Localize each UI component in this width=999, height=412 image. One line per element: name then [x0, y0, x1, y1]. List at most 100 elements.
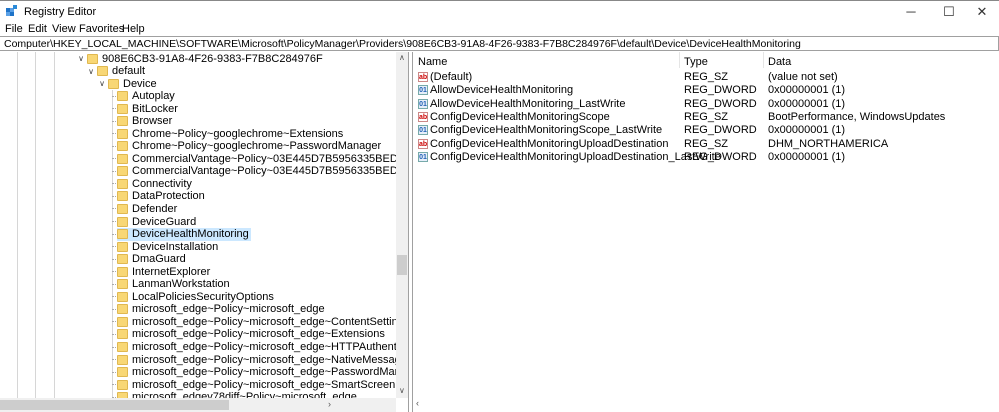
folder-icon: [117, 116, 128, 127]
tree-node[interactable]: Chrome~Policy~googlechrome~PasswordManag…: [117, 140, 383, 153]
tree-node[interactable]: InternetExplorer: [117, 265, 212, 278]
tree-node[interactable]: microsoft_edge~Policy~microsoft_edge~Pas…: [117, 366, 408, 379]
string-value-icon: ab: [418, 72, 428, 82]
tree-node-label: microsoft_edge~Policy~microsoft_edge~Nat…: [132, 353, 409, 366]
tree-node-provider[interactable]: ∨ 908E6CB3-91A8-4F26-9383-F7B8C284976F: [76, 52, 323, 65]
tree-node-label: microsoft_edge~Policy~microsoft_edge: [132, 303, 325, 316]
chevron-down-icon[interactable]: ∨: [76, 54, 86, 63]
tree-guide-line: [35, 52, 36, 398]
column-divider[interactable]: [763, 52, 764, 68]
value-name: AllowDeviceHealthMonitoring_LastWrite: [430, 97, 626, 110]
folder-icon: [108, 78, 119, 89]
tree-node[interactable]: microsoft_edge~Policy~microsoft_edge~Con…: [117, 315, 409, 328]
tree-node[interactable]: microsoft_edge~Policy~microsoft_edge~Sma…: [117, 378, 397, 391]
tree-node[interactable]: microsoft_edge~Policy~microsoft_edge~HTT…: [117, 341, 408, 354]
value-row[interactable]: 01 AllowDeviceHealthMonitoring REG_DWORD 0x…: [417, 84, 997, 97]
chevron-down-icon[interactable]: ∨: [86, 67, 96, 76]
tree-node[interactable]: DataProtection: [117, 190, 207, 203]
tree-node-device[interactable]: ∨ Device: [97, 77, 157, 90]
tree-node-label: Chrome~Policy~googlechrome~Extensions: [132, 127, 344, 140]
scroll-left-icon[interactable]: ‹: [416, 398, 419, 408]
menu-view[interactable]: View: [52, 23, 76, 35]
tree-node-label: DmaGuard: [132, 253, 186, 266]
folder-icon: [117, 178, 128, 189]
minimize-button[interactable]: ─: [894, 1, 928, 22]
tree-node[interactable]: DmaGuard: [117, 253, 188, 266]
tree-node[interactable]: Defender: [117, 202, 179, 215]
tree-node[interactable]: Autoplay: [117, 90, 177, 103]
folder-icon: [117, 191, 128, 202]
folder-icon: [117, 304, 128, 315]
value-row[interactable]: ab (Default) REG_SZ (value not set): [417, 71, 997, 84]
menu-help[interactable]: Help: [122, 23, 145, 35]
value-row[interactable]: 01 AllowDeviceHealthMonitoring_LastWrite R…: [417, 98, 997, 111]
tree-node-label: Connectivity: [132, 177, 192, 190]
value-row[interactable]: ab ConfigDeviceHealthMonitoringScope REG_S…: [417, 111, 997, 124]
maximize-button[interactable]: ☐: [932, 1, 966, 22]
tree-node-label: Defender: [132, 202, 178, 215]
tree-node-label: DeviceGuard: [132, 215, 197, 228]
string-value-icon: ab: [418, 111, 428, 122]
tree-node[interactable]: DeviceHealthMonitoring: [117, 227, 251, 241]
tree-node-label: InternetExplorer: [132, 265, 211, 278]
tree-node[interactable]: BitLocker: [117, 102, 180, 115]
tree-node-label: DeviceHealthMonitoring: [132, 228, 249, 241]
string-value-icon: ab: [418, 138, 428, 149]
folder-icon: [117, 203, 128, 214]
value-row[interactable]: ab ConfigDeviceHealthMonitoringUploadDest…: [417, 138, 997, 151]
title-bar: Registry Editor ─ ☐ ✕: [0, 0, 999, 21]
folder-icon: [117, 367, 128, 378]
close-button[interactable]: ✕: [965, 1, 999, 22]
folder-icon: [117, 103, 128, 114]
folder-icon: [117, 128, 128, 139]
value-row[interactable]: 01 ConfigDeviceHealthMonitoringUploadDest…: [417, 151, 997, 164]
tree-node[interactable]: LocalPoliciesSecurityOptions: [117, 290, 276, 303]
tree-node-label: microsoft_edge~Policy~microsoft_edge~Con…: [132, 315, 409, 328]
column-header-name[interactable]: Name: [418, 56, 447, 68]
scrollbar-thumb[interactable]: [397, 255, 407, 275]
tree-pane: ∨ 908E6CB3-91A8-4F26-9383-F7B8C284976F ∨ d…: [0, 52, 409, 412]
tree-horizontal-scrollbar[interactable]: ›: [0, 398, 396, 412]
tree-vertical-scrollbar[interactable]: ∧ ∨: [396, 52, 408, 398]
folder-icon: [117, 254, 128, 265]
tree-node[interactable]: Browser: [117, 115, 174, 128]
value-row[interactable]: 01 ConfigDeviceHealthMonitoringScope_Last…: [417, 124, 997, 137]
tree-node-label: default: [112, 65, 146, 77]
tree-node-default[interactable]: ∨ default: [86, 65, 145, 78]
column-header-type[interactable]: Type: [684, 56, 708, 68]
value-type: REG_DWORD: [684, 97, 757, 110]
scrollbar-thumb[interactable]: [0, 400, 229, 410]
folder-icon: [117, 229, 128, 240]
menu-file[interactable]: File: [5, 23, 23, 35]
folder-icon: [117, 279, 128, 290]
chevron-down-icon[interactable]: ∨: [97, 79, 107, 88]
address-bar[interactable]: Computer\HKEY_LOCAL_MACHINE\SOFTWARE\Mic…: [0, 36, 999, 51]
tree-node[interactable]: microsoft_edge~Policy~microsoft_edge: [117, 303, 327, 316]
tree-node[interactable]: CommercialVantage~Policy~03E445D7B595633…: [117, 165, 408, 178]
tree-node-label: CommercialVantage~Policy~03E445D7B595633…: [132, 165, 408, 178]
column-header-data[interactable]: Data: [768, 56, 791, 68]
tree-node[interactable]: microsoft_edge~Policy~microsoft_edge~Ext…: [117, 328, 387, 341]
window-title: Registry Editor: [24, 6, 97, 18]
value-type: REG_DWORD: [684, 84, 757, 97]
tree-node[interactable]: microsoft_edge~Policy~microsoft_edge~Nat…: [117, 353, 409, 366]
scroll-right-icon[interactable]: ›: [328, 399, 331, 409]
value-name: ConfigDeviceHealthMonitoringUploadDestin…: [430, 150, 721, 163]
tree-node-label: LanmanWorkstation: [132, 278, 230, 291]
menu-edit[interactable]: Edit: [28, 23, 47, 35]
scroll-down-icon[interactable]: ∨: [399, 386, 405, 395]
tree-node-label: microsoft_edge~Policy~microsoft_edge~Ext…: [132, 328, 385, 341]
tree-node[interactable]: CommercialVantage~Policy~03E445D7B595633…: [117, 152, 408, 165]
tree-node[interactable]: Connectivity: [117, 177, 194, 190]
folder-icon: [117, 141, 128, 152]
tree-node[interactable]: DeviceInstallation: [117, 240, 220, 253]
tree-node-label: Chrome~Policy~googlechrome~PasswordManag…: [132, 140, 382, 153]
value-data: 0x00000001 (1): [768, 124, 846, 137]
column-divider[interactable]: [679, 52, 680, 68]
tree-node[interactable]: Chrome~Policy~googlechrome~Extensions: [117, 127, 345, 140]
value-data: 0x00000001 (1): [768, 84, 846, 97]
menu-favorites[interactable]: Favorites: [79, 23, 124, 35]
scroll-up-icon[interactable]: ∧: [399, 53, 405, 62]
tree-node[interactable]: LanmanWorkstation: [117, 278, 232, 291]
tree-node[interactable]: DeviceGuard: [117, 215, 198, 228]
